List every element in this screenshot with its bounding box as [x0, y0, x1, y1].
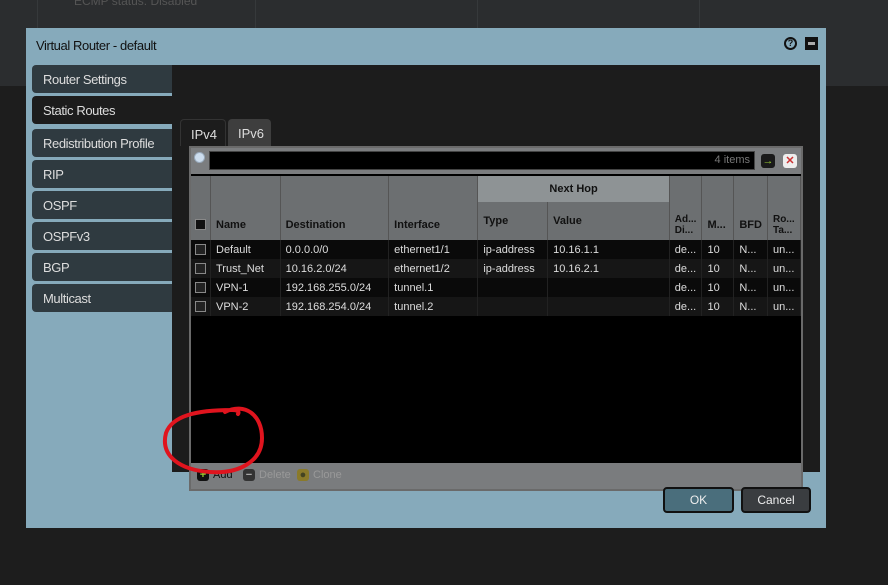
red-circle-annotation [162, 406, 265, 475]
